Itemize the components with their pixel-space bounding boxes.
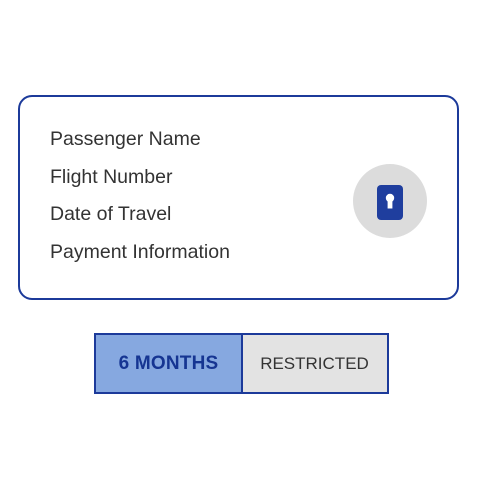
access-status-label: RESTRICTED [240,333,389,394]
secure-phone-lock-icon [353,164,427,238]
passenger-data-card: Passenger Name Flight Number Date of Tra… [18,95,459,300]
retention-duration-bar: 6 MONTHS RESTRICTED [94,333,391,394]
data-field-list: Passenger Name Flight Number Date of Tra… [50,121,230,271]
field-payment-information: Payment Information [50,240,230,263]
retention-period-label: 6 MONTHS [94,333,243,394]
data-retention-graphic: Passenger Name Flight Number Date of Tra… [0,0,480,480]
field-flight-number: Flight Number [50,165,173,188]
field-passenger-name: Passenger Name [50,128,201,150]
field-date-of-travel: Date of Travel [50,203,172,225]
